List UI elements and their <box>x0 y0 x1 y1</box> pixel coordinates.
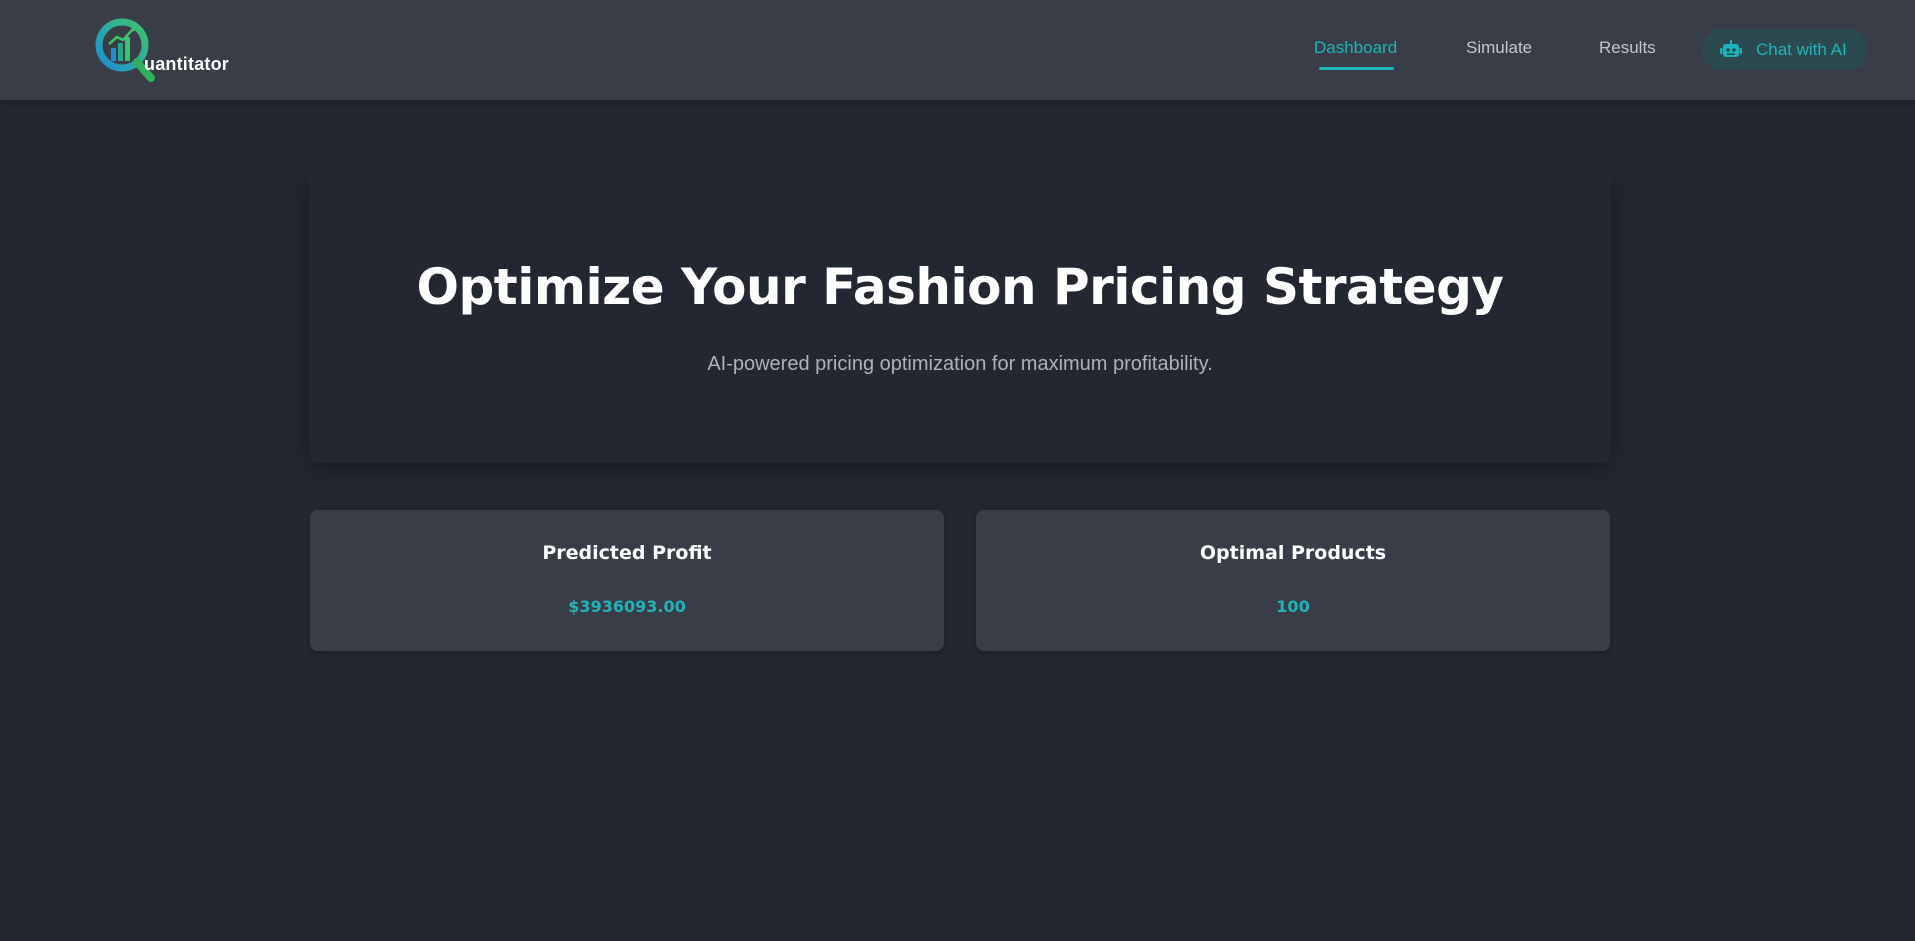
stat-value: $3936093.00 <box>568 597 686 616</box>
nav-results[interactable]: Results <box>1599 38 1656 58</box>
page-subtitle: AI-powered pricing optimization for maxi… <box>707 353 1213 375</box>
hero-card: Optimize Your Fashion Pricing Strategy A… <box>309 170 1611 462</box>
optimal-products-card: Optimal Products 100 <box>976 510 1610 651</box>
stat-value: 100 <box>1276 597 1310 616</box>
navbar: uantitator Dashboard Simulate Results Ch… <box>0 0 1915 100</box>
main-nav: Dashboard Simulate Results <box>0 0 1915 100</box>
nav-simulate[interactable]: Simulate <box>1466 38 1532 58</box>
robot-icon <box>1720 40 1742 64</box>
chat-button-label: Chat with AI <box>1756 40 1847 59</box>
stat-title: Predicted Profit <box>542 542 712 564</box>
stat-title: Optimal Products <box>1199 542 1387 564</box>
active-tab-indicator <box>1319 67 1394 70</box>
predicted-profit-card: Predicted Profit $3936093.00 <box>310 510 944 651</box>
nav-dashboard[interactable]: Dashboard <box>1314 38 1397 58</box>
page-title: Optimize Your Fashion Pricing Strategy <box>416 258 1504 316</box>
chat-with-ai-button[interactable]: Chat with AI <box>1702 29 1868 70</box>
